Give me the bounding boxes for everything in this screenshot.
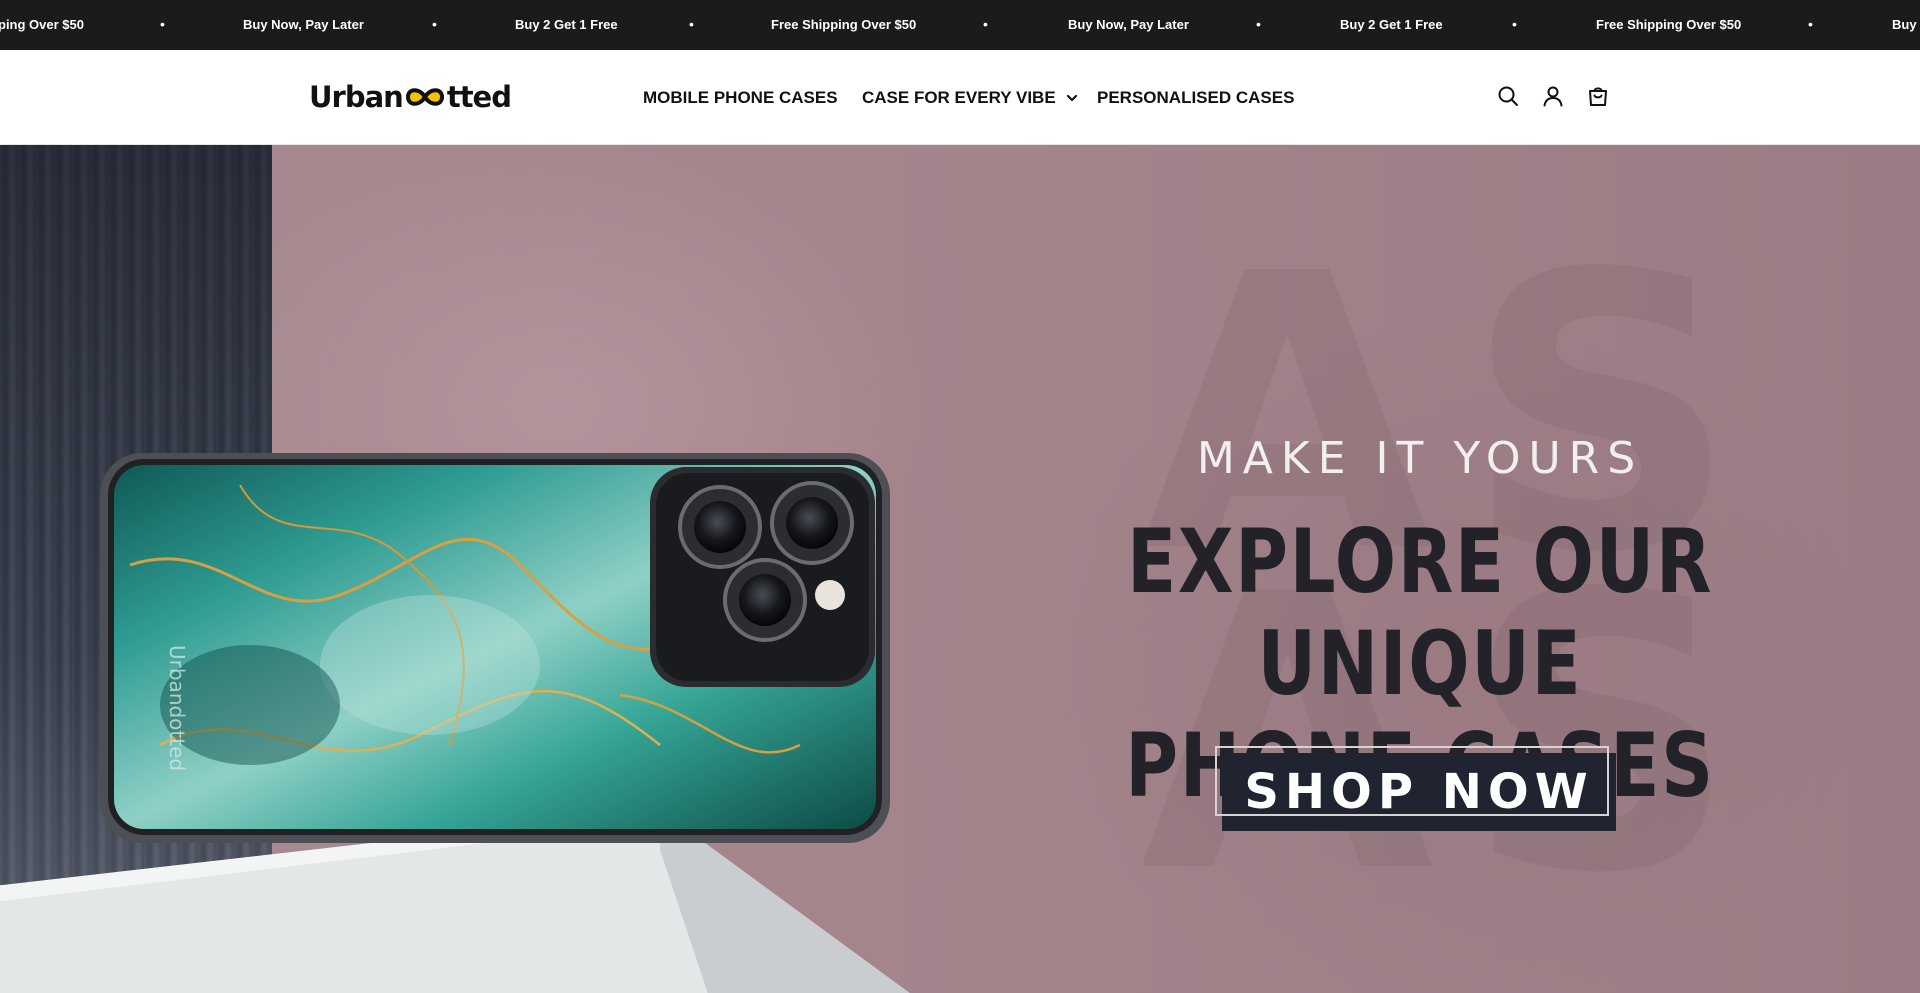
- announcement-item: Buy N: [1892, 17, 1920, 32]
- announcement-separator: •: [1512, 16, 1517, 32]
- cart-icon[interactable]: [1586, 84, 1610, 108]
- announcement-separator: •: [160, 16, 165, 32]
- hero-banner[interactable]: AS AS Urbandotted MAKE IT YOURS EXPLORE …: [0, 145, 1920, 993]
- announcement-item: ping Over $50: [0, 17, 84, 32]
- announcement-separator: •: [983, 16, 988, 32]
- account-icon[interactable]: [1541, 84, 1565, 108]
- phone-brand-text: Urbandotted: [165, 645, 189, 771]
- announcement-separator: •: [1808, 16, 1813, 32]
- chevron-down-icon: [1066, 94, 1077, 101]
- nav-case-for-every-vibe[interactable]: CASE FOR EVERY VIBE: [862, 50, 1078, 145]
- hero-subtitle: MAKE IT YOURS: [1196, 433, 1644, 484]
- site-header: Urban tted MOBILE PHONE CASES CASE FOR E…: [0, 50, 1920, 145]
- announcement-bar: ping Over $50 • Buy Now, Pay Later • Buy…: [0, 0, 1920, 50]
- announcement-separator: •: [1256, 16, 1261, 32]
- site-logo[interactable]: Urban tted: [309, 77, 512, 117]
- logo-text-right: tted: [446, 80, 512, 114]
- announcement-item: Buy 2 Get 1 Free: [1340, 17, 1443, 32]
- announcement-separator: •: [689, 16, 694, 32]
- phone-case-image: Urbandotted: [100, 453, 890, 843]
- nav-item-label: MOBILE PHONE CASES: [643, 87, 838, 107]
- announcement-item: Buy Now, Pay Later: [243, 17, 364, 32]
- nav-mobile-phone-cases[interactable]: MOBILE PHONE CASES: [643, 50, 838, 145]
- search-icon[interactable]: [1496, 84, 1520, 108]
- announcement-item: Buy 2 Get 1 Free: [515, 17, 618, 32]
- hero-title-line: EXPLORE OUR UNIQUE: [1126, 510, 1714, 715]
- shop-now-button[interactable]: SHOP NOW: [1222, 753, 1616, 831]
- logo-infinity-icon: [405, 88, 444, 106]
- announcement-item: Free Shipping Over $50: [1596, 17, 1742, 32]
- nav-item-label: CASE FOR EVERY VIBE: [862, 87, 1056, 107]
- nav-personalised-cases[interactable]: PERSONALISED CASES: [1097, 50, 1294, 145]
- nav-item-label: PERSONALISED CASES: [1097, 87, 1295, 107]
- announcement-item: Free Shipping Over $50: [771, 17, 917, 32]
- announcement-separator: •: [432, 16, 437, 32]
- logo-text-left: Urban: [309, 80, 404, 114]
- announcement-item: Buy Now, Pay Later: [1068, 17, 1189, 32]
